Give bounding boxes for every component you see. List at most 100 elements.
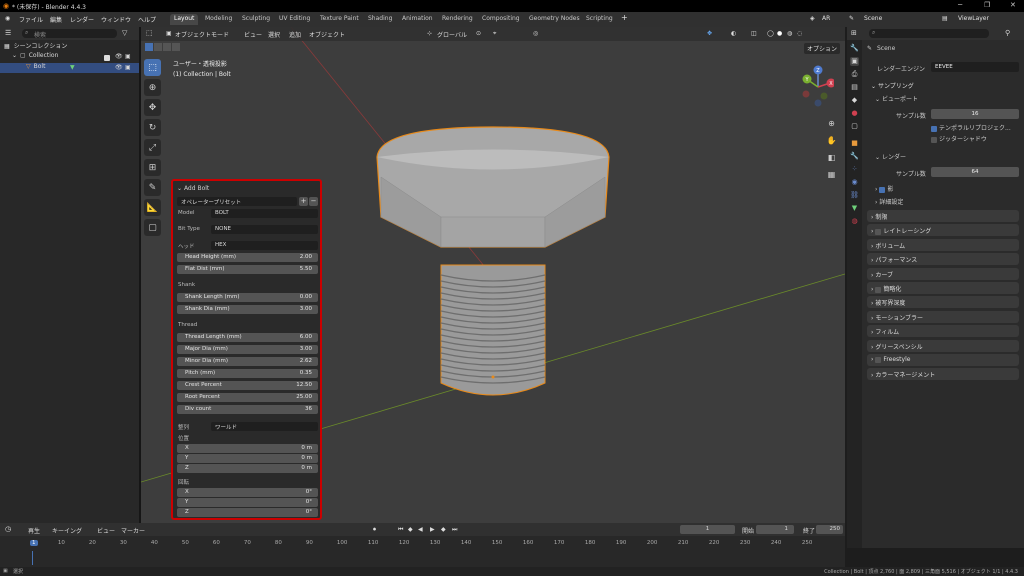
select-invert-icon[interactable] <box>172 43 180 51</box>
thread-length-field[interactable]: Thread Length (mm) 6.00 <box>177 333 318 342</box>
checkbox-unchecked[interactable] <box>875 286 882 293</box>
rotation-x-field[interactable]: X 0° <box>177 488 318 497</box>
render-subsection[interactable]: ⌄ レンダー <box>875 152 906 161</box>
tab-geometry-nodes[interactable]: Geometry Nodes <box>525 14 584 25</box>
3d-viewport[interactable]: ⬚ ▣ オブジェクトモード ビュー 選択 追加 オブジェクト ⊹ グローバル ⊙… <box>141 27 845 523</box>
scene-icon[interactable]: ✎ <box>849 15 854 22</box>
camera-icon[interactable]: ▣ <box>125 53 131 60</box>
menu-playback[interactable]: 再生 <box>28 526 40 535</box>
rotation-y-field[interactable]: Y 0° <box>177 498 318 507</box>
location-z-field[interactable]: Z 0 m <box>177 464 318 473</box>
model-dropdown[interactable]: BOLT <box>211 209 318 218</box>
select-extend-icon[interactable] <box>154 43 162 51</box>
temporal-reprojection-checkbox[interactable]: テンポラルリプロジェク... <box>931 123 1011 132</box>
perspective-grid-icon[interactable]: ▦ <box>825 170 838 183</box>
tab-texture-paint[interactable]: Texture Paint <box>316 14 363 25</box>
output-tab-icon[interactable]: ⎙ <box>850 70 859 79</box>
outliner-row-scene-collection[interactable]: ▦ シーンコレクション <box>0 41 139 51</box>
rotate-tool-icon[interactable]: ↻ <box>144 119 161 136</box>
maximize-icon[interactable]: ❐ <box>984 1 990 9</box>
add-preset-icon[interactable]: + <box>299 197 308 206</box>
location-y-field[interactable]: Y 0 m <box>177 454 318 463</box>
ar-label[interactable]: AR <box>822 15 830 22</box>
tab-scripting[interactable]: Scripting <box>582 14 617 25</box>
outliner-row-bolt[interactable]: ▽ Bolt ▼ 👁 ▣ <box>0 63 139 73</box>
data-tab-icon[interactable]: ▼ <box>850 204 859 213</box>
tab-compositing[interactable]: Compositing <box>478 14 524 25</box>
menu-view[interactable]: ビュー <box>244 30 262 39</box>
jump-start-icon[interactable]: ⏮ <box>398 526 403 534</box>
render-engine-dropdown[interactable]: EEVEE <box>931 62 1019 72</box>
axis-gizmo[interactable]: Z X Y <box>794 63 836 109</box>
annotate-tool-icon[interactable]: ✎ <box>144 179 161 196</box>
jump-end-icon[interactable]: ⏭ <box>452 526 457 534</box>
eye-icon[interactable]: 👁 <box>115 64 123 71</box>
eye-icon[interactable]: 👁 <box>115 53 123 60</box>
checkbox-unchecked[interactable] <box>875 228 882 235</box>
end-frame-field[interactable]: 250 <box>816 525 843 534</box>
properties-section[interactable]: › レイトレーシング <box>867 224 1019 237</box>
filter-icon[interactable]: ▽ <box>122 29 127 37</box>
snap-icon[interactable]: ⌖ <box>493 30 496 38</box>
play-reverse-icon[interactable]: ◀ <box>418 526 423 533</box>
outliner-search-input[interactable]: ⌕ 検索 <box>22 29 117 39</box>
zoom-icon[interactable]: ⊕ <box>825 119 838 132</box>
menu-file[interactable]: ファイル <box>19 15 43 24</box>
crest-percent-field[interactable]: Crest Percent 12.50 <box>177 381 318 390</box>
shank-length-field[interactable]: Shank Length (mm) 0.00 <box>177 293 318 302</box>
transform-orientation-icon[interactable]: ⊹ <box>427 30 432 37</box>
properties-section[interactable]: › モーションブラー <box>867 310 1019 323</box>
select-subtract-icon[interactable] <box>163 43 171 51</box>
tab-layout[interactable]: Layout <box>170 14 199 25</box>
operator-preset-dropdown[interactable]: オペレータープリセット <box>177 197 297 206</box>
panel-header[interactable]: ⌄ Add Bolt <box>177 185 209 192</box>
sampling-section[interactable]: ⌄ サンプリング <box>867 79 1019 91</box>
properties-section[interactable]: › 制限 <box>867 210 1019 222</box>
shading-material-icon[interactable]: ◍ <box>787 30 792 37</box>
auto-keying-icon[interactable]: ⏺ <box>373 526 376 534</box>
menu-add[interactable]: 追加 <box>289 30 301 39</box>
view-layer-tab-icon[interactable]: ▤ <box>850 83 859 92</box>
close-icon[interactable]: ✕ <box>1010 1 1016 9</box>
measure-tool-icon[interactable]: 📐 <box>144 199 161 216</box>
camera-view-icon[interactable]: ◧ <box>825 153 838 166</box>
prev-keyframe-icon[interactable]: ◆ <box>408 526 413 533</box>
play-icon[interactable]: ▶ <box>430 526 435 533</box>
add-cube-tool-icon[interactable]: ▢ <box>144 219 161 236</box>
next-keyframe-icon[interactable]: ◆ <box>441 526 446 533</box>
camera-icon[interactable]: ▣ <box>125 64 131 71</box>
rotation-z-field[interactable]: Z 0° <box>177 508 318 517</box>
properties-section[interactable]: › Freestyle <box>867 354 1019 366</box>
timeline-editor-icon[interactable]: ◷ <box>5 525 11 533</box>
menu-help[interactable]: ヘルプ <box>138 15 156 24</box>
editor-type-icon[interactable]: ⬚ <box>146 29 153 37</box>
object-mode-icon[interactable]: ▣ <box>166 30 172 37</box>
tab-shading[interactable]: Shading <box>364 14 396 25</box>
properties-section[interactable]: › 被写界深度 <box>867 296 1019 309</box>
xray-icon[interactable]: ◫ <box>751 30 757 37</box>
minimize-icon[interactable]: ─ <box>958 1 962 9</box>
particles-tab-icon[interactable]: ⁘ <box>850 165 859 174</box>
menu-object[interactable]: オブジェクト <box>309 30 345 39</box>
pitch-field[interactable]: Pitch (mm) 0.35 <box>177 369 318 378</box>
gizmo-toggle-icon[interactable]: ✥ <box>707 30 712 37</box>
outliner-editor-icon[interactable]: ☰ <box>5 29 11 37</box>
properties-section[interactable]: › カーブ <box>867 267 1019 280</box>
current-frame-field[interactable]: 1 <box>680 525 735 534</box>
properties-section[interactable]: › パフォーマンス <box>867 253 1019 266</box>
flat-dist-field[interactable]: Flat Dist (mm) 5.50 <box>177 265 318 274</box>
pivot-icon[interactable]: ⊙ <box>476 30 481 37</box>
root-percent-field[interactable]: Root Percent 25.00 <box>177 393 318 402</box>
move-tool-icon[interactable]: ✥ <box>144 99 161 116</box>
viewlayer-selector[interactable]: ViewLayer <box>958 15 989 22</box>
scene-tab-icon[interactable]: ◆ <box>850 96 859 105</box>
tool-tab-icon[interactable]: 🔧 <box>850 44 859 53</box>
object-tab-icon[interactable]: ■ <box>850 139 859 148</box>
menu-window[interactable]: ウィンドウ <box>101 15 131 24</box>
properties-section[interactable]: › カラーマネージメント <box>867 368 1019 381</box>
scene-selector[interactable]: Scene <box>864 15 882 22</box>
viewport-subsection[interactable]: ⌄ ビューポート <box>875 94 918 103</box>
viewlayer-icon[interactable]: ▤ <box>942 15 948 22</box>
tab-animation[interactable]: Animation <box>398 14 437 25</box>
menu-marker[interactable]: マーカー <box>121 526 145 535</box>
